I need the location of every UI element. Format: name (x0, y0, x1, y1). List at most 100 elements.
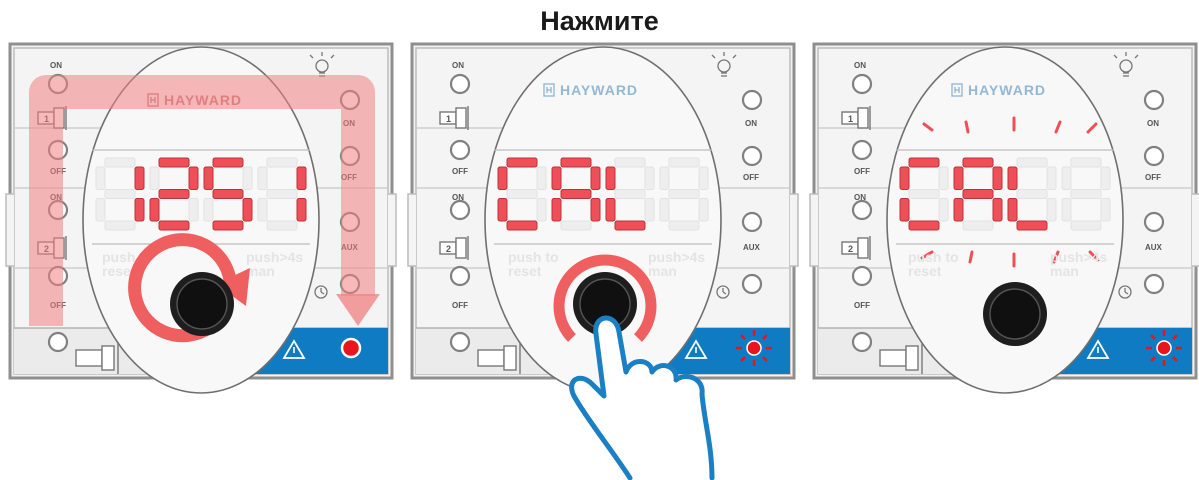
segment-a (614, 157, 646, 168)
segment-a (212, 157, 244, 168)
segment-b (242, 166, 253, 190)
segment-e (497, 198, 508, 222)
segment-f (899, 166, 910, 190)
segment-e (203, 198, 214, 222)
segment-e (95, 198, 106, 222)
segment-d (212, 220, 244, 231)
light-off-label: OFF (743, 173, 759, 182)
segment-c (698, 198, 709, 222)
push-reset-label-2: reset (508, 263, 542, 279)
off-label-2: OFF (854, 301, 870, 310)
segment-c (1100, 198, 1111, 222)
segment-g (908, 189, 940, 199)
segment-c (242, 198, 253, 222)
aux-label: AUX (743, 243, 761, 252)
segment-c (296, 198, 307, 222)
segment-f (659, 166, 670, 190)
instruction-diagram: HAYWARD ON OFF ON OFF ON OFF AUX 1 2 pus… (4, 42, 1199, 480)
segment-g (104, 189, 136, 199)
push-man-label-2: man (1050, 263, 1079, 279)
segment-b (938, 166, 949, 190)
segment-d (266, 220, 298, 231)
segment-g (962, 189, 994, 199)
segment-c (1046, 198, 1057, 222)
brand-text: HAYWARD (560, 82, 638, 98)
segment-d (158, 220, 190, 231)
segment-g (560, 189, 592, 199)
segment-d (908, 220, 940, 231)
off-label-1: OFF (854, 167, 870, 176)
on-label-1: ON (50, 61, 62, 70)
segment-c (992, 198, 1003, 222)
segment-c (590, 198, 601, 222)
segment-e (1061, 198, 1072, 222)
segment-f (257, 166, 268, 190)
segment-g (614, 189, 646, 199)
segment-e (551, 198, 562, 222)
segment-g (668, 189, 700, 199)
segment-f (95, 166, 106, 190)
segment-a (668, 157, 700, 168)
segment-b (296, 166, 307, 190)
segment-g (266, 189, 298, 199)
segment-a (506, 157, 538, 168)
segment-g (1016, 189, 1048, 199)
segment-e (149, 198, 160, 222)
segment-e (659, 198, 670, 222)
segment-a (962, 157, 994, 168)
segment-d (1070, 220, 1102, 231)
segment-a (1070, 157, 1102, 168)
light-on-label: ON (745, 119, 757, 128)
segment-b (536, 166, 547, 190)
segment-f (497, 166, 508, 190)
segment-a (266, 157, 298, 168)
segment-a (560, 157, 592, 168)
off-label-1: OFF (452, 167, 468, 176)
segment-f (953, 166, 964, 190)
segment-f (149, 166, 160, 190)
off-label-2: OFF (452, 301, 468, 310)
on-label-2: ON (452, 193, 464, 202)
push-reset-label-2: reset (908, 263, 942, 279)
segment-e (899, 198, 910, 222)
segment-d (962, 220, 994, 231)
segment-a (158, 157, 190, 168)
segment-c (644, 198, 655, 222)
segment-e (257, 198, 268, 222)
segment-d (1016, 220, 1048, 231)
blink-led-icon (1146, 330, 1182, 366)
pump2-label: 2 (848, 244, 853, 254)
segment-e (1007, 198, 1018, 222)
segment-b (1100, 166, 1111, 190)
pump2-label: 2 (446, 244, 451, 254)
segment-f (1007, 166, 1018, 190)
segment-e (953, 198, 964, 222)
pump1-label: 1 (848, 114, 853, 124)
segment-b (188, 166, 199, 190)
light-off-label: OFF (1145, 173, 1161, 182)
segment-g (1070, 189, 1102, 199)
segment-a (104, 157, 136, 168)
segment-d (560, 220, 592, 231)
on-label-1: ON (452, 61, 464, 70)
control-panel-step-1: HAYWARD ON OFF ON OFF ON OFF AUX 1 2 pus… (4, 42, 398, 395)
blink-led-icon (736, 330, 772, 366)
segment-a (1016, 157, 1048, 168)
segment-a (908, 157, 940, 168)
segment-f (203, 166, 214, 190)
segment-b (992, 166, 1003, 190)
segment-d (506, 220, 538, 231)
segment-d (668, 220, 700, 231)
segment-f (605, 166, 616, 190)
segment-b (698, 166, 709, 190)
brand-text: HAYWARD (968, 82, 1046, 98)
control-panel-step-3: HAYWARD ON OFF ON OFF ON OFF AUX 1 2 pus… (808, 42, 1199, 395)
segment-c (134, 198, 145, 222)
segment-e (605, 198, 616, 222)
segment-d (104, 220, 136, 231)
segment-c (536, 198, 547, 222)
segment-g (212, 189, 244, 199)
on-label-1: ON (854, 61, 866, 70)
segment-b (644, 166, 655, 190)
segment-g (506, 189, 538, 199)
